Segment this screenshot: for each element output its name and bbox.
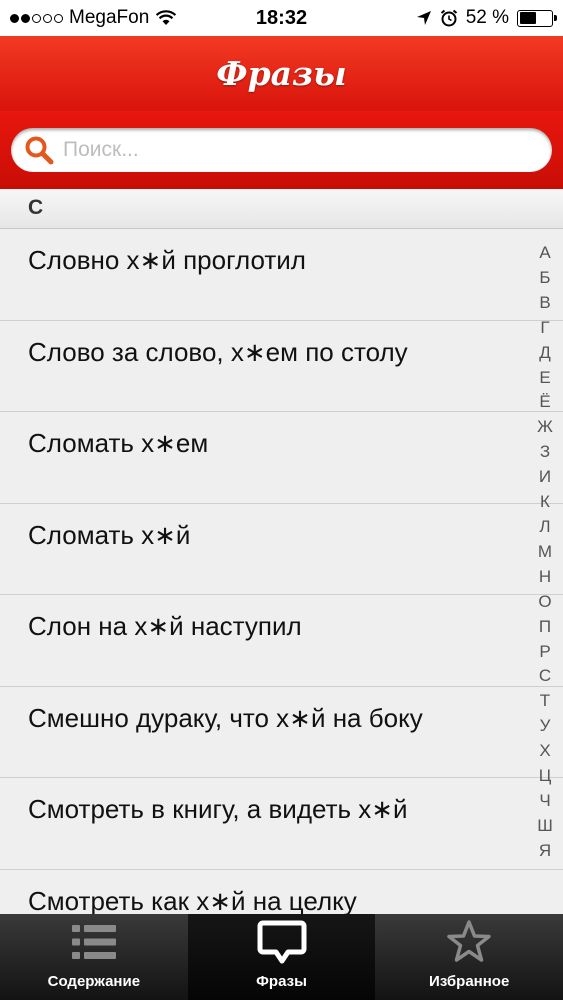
tab-favorites-label: Избранное (429, 973, 510, 990)
section-header: С (0, 189, 563, 229)
alarm-clock-icon (440, 9, 457, 27)
tab-contents-label: Содержание (47, 973, 141, 990)
list-item[interactable]: Смотреть в книгу, а видеть х∗й (0, 778, 563, 870)
battery-percent: 52 % (465, 7, 509, 28)
index-letter[interactable]: Х (539, 739, 550, 764)
tab-phrases[interactable]: Фразы (187, 914, 376, 1000)
list-item[interactable]: Смешно дураку, что х∗й на боку (0, 687, 563, 778)
index-letter[interactable]: П (539, 615, 551, 640)
index-letter[interactable]: Д (539, 341, 551, 366)
alphabet-index[interactable]: А Б В Г Д Е Ё Ж З И К Л М Н О П Р С Т У … (533, 241, 557, 864)
index-letter[interactable]: Ж (537, 415, 553, 440)
search-icon (25, 136, 54, 165)
battery-level (519, 12, 536, 24)
tab-favorites[interactable]: Избранное (375, 914, 563, 1000)
status-bar: MegaFon 18:32 52 % (0, 0, 563, 36)
nav-header: Фразы (0, 36, 563, 111)
index-letter[interactable]: Ч (539, 789, 550, 814)
index-letter[interactable]: А (539, 241, 550, 266)
index-letter[interactable]: И (539, 465, 551, 490)
list-item[interactable]: Слово за слово, х∗ем по столу (0, 321, 563, 412)
tab-bar: Содержание Фразы Избранное (0, 914, 563, 1000)
signal-strength-icon (10, 13, 63, 23)
index-letter[interactable]: Б (539, 266, 550, 291)
index-letter[interactable]: З (540, 440, 550, 465)
index-letter[interactable]: Ё (539, 390, 550, 415)
list-item[interactable]: Сломать х∗ем (0, 412, 563, 504)
index-letter[interactable]: Ш (537, 814, 553, 839)
index-letter[interactable]: Т (540, 689, 550, 714)
phrase-list: Словно х∗й проглотил Слово за слово, х∗е… (0, 229, 563, 914)
tab-contents[interactable]: Содержание (0, 914, 188, 1000)
index-letter[interactable]: О (538, 590, 551, 615)
status-right: 52 % (416, 7, 557, 29)
search-input[interactable] (63, 138, 533, 162)
index-letter[interactable]: Г (540, 316, 549, 341)
carrier-name: MegaFon (69, 7, 150, 28)
page-title: Фразы (216, 54, 347, 93)
search-bar (0, 111, 563, 189)
index-letter[interactable]: Н (539, 565, 551, 590)
index-letter[interactable]: Л (539, 515, 550, 540)
list-item[interactable]: Словно х∗й проглотил (0, 229, 563, 321)
index-letter[interactable]: К (540, 490, 550, 515)
star-icon (447, 920, 491, 962)
speech-bubble-icon (257, 920, 306, 964)
status-left: MegaFon (10, 7, 177, 29)
wifi-icon (156, 10, 177, 25)
index-letter[interactable]: В (539, 291, 550, 316)
index-letter[interactable]: Я (539, 839, 551, 864)
index-letter[interactable]: У (540, 714, 551, 739)
index-letter[interactable]: Е (539, 366, 550, 391)
index-letter[interactable]: С (539, 664, 551, 689)
tab-phrases-label: Фразы (256, 973, 307, 990)
index-letter[interactable]: Р (539, 640, 550, 665)
list-item[interactable]: Сломать х∗й (0, 504, 563, 595)
index-letter[interactable]: Ц (539, 764, 552, 789)
location-arrow-icon (416, 11, 431, 25)
list-item[interactable]: Смотреть как х∗й на целку (0, 870, 563, 915)
index-letter[interactable]: М (538, 540, 552, 565)
search-field[interactable] (11, 128, 552, 172)
battery-icon (517, 9, 557, 27)
list-item[interactable]: Слон на х∗й наступил (0, 595, 563, 687)
list-icon (71, 925, 116, 959)
